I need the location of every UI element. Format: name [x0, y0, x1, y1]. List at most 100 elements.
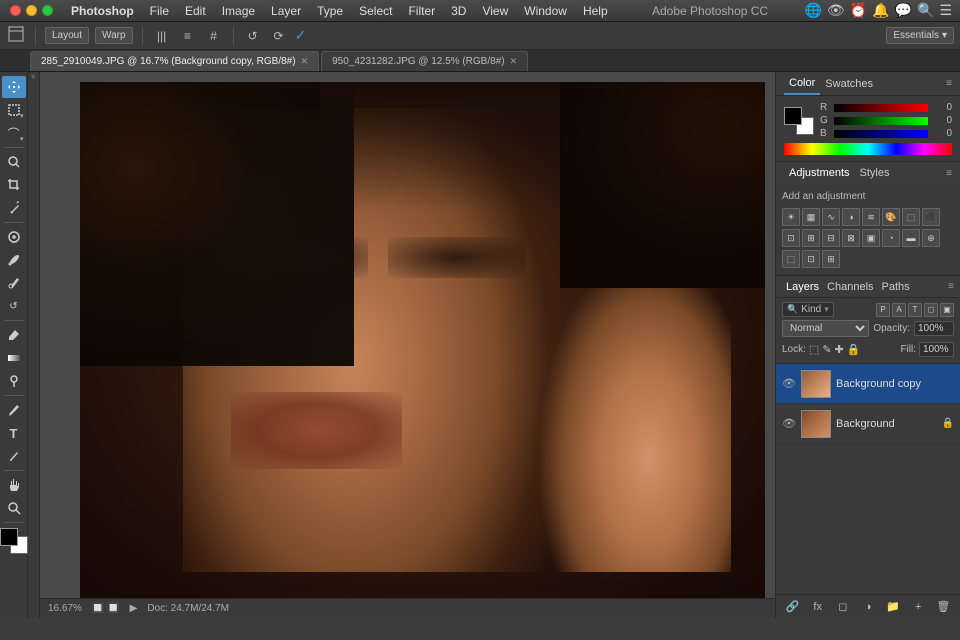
menu-icon-search[interactable]: 🔍: [917, 2, 934, 19]
lock-paint-icon[interactable]: ✎: [822, 343, 831, 356]
link-layers-btn[interactable]: 🔗: [784, 598, 802, 616]
brightness-contrast-btn[interactable]: ☀: [782, 208, 800, 226]
tab-channels[interactable]: Channels: [823, 281, 877, 293]
maximize-button[interactable]: [42, 5, 53, 16]
menu-select[interactable]: Select: [351, 0, 400, 21]
menu-icon-list[interactable]: ☰: [939, 2, 952, 19]
filter-pixel-icon[interactable]: P: [876, 303, 890, 317]
essentials-button[interactable]: Essentials ▾: [886, 27, 954, 44]
menu-edit[interactable]: Edit: [177, 0, 214, 21]
fill-input[interactable]: [919, 342, 954, 357]
tab-styles[interactable]: Styles: [855, 167, 895, 179]
new-group-btn[interactable]: 📁: [884, 598, 902, 616]
hand-tool[interactable]: [2, 474, 26, 496]
red-slider[interactable]: [834, 104, 928, 112]
layers-panel-collapse[interactable]: ≡: [948, 281, 954, 292]
crop-tool[interactable]: [2, 174, 26, 196]
vibrance-btn[interactable]: ≋: [862, 208, 880, 226]
filter-shape-icon[interactable]: ◻: [924, 303, 938, 317]
channel-mixer-btn[interactable]: ⊞: [802, 229, 820, 247]
menu-icon-1[interactable]: 🌐: [804, 2, 821, 19]
grid-icon-2[interactable]: ≡: [178, 26, 198, 46]
rectangle-select-tool[interactable]: ▾: [2, 99, 26, 121]
layout-button[interactable]: Layout: [45, 27, 89, 44]
color-panel-collapse[interactable]: ≡: [946, 78, 952, 89]
dodge-tool[interactable]: [2, 370, 26, 392]
green-slider[interactable]: [834, 117, 928, 125]
doc-tab-2[interactable]: 950_4231282.JPG @ 12.5% (RGB/8#) ✕: [321, 51, 528, 71]
menu-icon-4[interactable]: 🔔: [872, 2, 889, 19]
canvas-controls[interactable]: 🔲 🔲: [92, 603, 120, 614]
quick-select-tool[interactable]: [2, 151, 26, 173]
grid-icon-3[interactable]: #: [204, 26, 224, 46]
grid-icon-1[interactable]: |||: [152, 26, 172, 46]
invert-btn[interactable]: ⊠: [842, 229, 860, 247]
menu-type[interactable]: Type: [309, 0, 351, 21]
canvas-arrow[interactable]: ▶: [130, 603, 138, 614]
gradient-tool[interactable]: [2, 347, 26, 369]
menu-help[interactable]: Help: [575, 0, 616, 21]
tab-layers[interactable]: Layers: [782, 281, 823, 293]
lasso-tool[interactable]: ⌒ ▾: [2, 122, 26, 144]
new-fill-layer-btn[interactable]: ◑: [859, 598, 877, 616]
curves-btn[interactable]: ∿: [822, 208, 840, 226]
kind-dropdown-arrow[interactable]: ▾: [824, 304, 829, 315]
lock-transparency-icon[interactable]: ⬚: [809, 343, 819, 356]
filter-type-icon[interactable]: T: [908, 303, 922, 317]
levels-btn[interactable]: ▦: [802, 208, 820, 226]
panel-fg-bg[interactable]: [784, 107, 814, 135]
close-button[interactable]: [10, 5, 21, 16]
tab-paths[interactable]: Paths: [878, 281, 914, 293]
type-tool[interactable]: T: [2, 422, 26, 444]
clone-stamp-tool[interactable]: [2, 272, 26, 294]
selective-color-btn[interactable]: ⊕: [922, 229, 940, 247]
bw-btn[interactable]: ⬛: [922, 208, 940, 226]
tab-color[interactable]: Color: [784, 72, 820, 95]
add-style-btn[interactable]: fx: [809, 598, 827, 616]
layer-background[interactable]: 👁 Background 🔒: [776, 404, 960, 444]
eyedropper-tool[interactable]: [2, 197, 26, 219]
exposure-btn[interactable]: ◑: [842, 208, 860, 226]
doc-tab-2-close[interactable]: ✕: [510, 56, 518, 67]
warp-button[interactable]: Warp: [95, 27, 133, 44]
gradient-map-btn[interactable]: ▬: [902, 229, 920, 247]
cycle-icon[interactable]: ⟳: [269, 26, 289, 46]
adj-panel-collapse[interactable]: ≡: [946, 168, 952, 179]
app-name[interactable]: Photoshop: [63, 0, 142, 21]
blue-slider[interactable]: [834, 130, 928, 138]
layers-filter[interactable]: 🔍 Kind ▾: [782, 302, 834, 317]
lock-all-icon[interactable]: 🔒: [847, 343, 861, 356]
canvas-area[interactable]: 16.67% 🔲 🔲 ▶ Doc: 24.7M/24.7M: [40, 72, 775, 618]
doc-tab-1[interactable]: 285_2910049.JPG @ 16.7% (Background copy…: [30, 51, 319, 71]
new-layer-btn[interactable]: +: [909, 598, 927, 616]
menu-image[interactable]: Image: [214, 0, 263, 21]
move-tool[interactable]: [2, 76, 26, 98]
layer-visibility-bg-copy[interactable]: 👁: [782, 377, 796, 390]
menu-icon-3[interactable]: ⏰: [850, 2, 867, 19]
filter-adjustment-icon[interactable]: A: [892, 303, 906, 317]
zoom-tool[interactable]: [2, 497, 26, 519]
tab-swatches[interactable]: Swatches: [820, 72, 878, 95]
threshold-btn[interactable]: ◔: [882, 229, 900, 247]
color-lookup-btn[interactable]: ⊟: [822, 229, 840, 247]
eraser-tool[interactable]: [2, 324, 26, 346]
undo-icon[interactable]: ↺: [243, 26, 263, 46]
menu-icon-2[interactable]: 👁: [827, 2, 845, 19]
history-brush-tool[interactable]: ↺: [2, 295, 26, 317]
color-balance-btn[interactable]: ⬚: [902, 208, 920, 226]
add-mask-btn[interactable]: ◻: [834, 598, 852, 616]
menu-window[interactable]: Window: [516, 0, 575, 21]
minimize-button[interactable]: [26, 5, 37, 16]
filter-smart-icon[interactable]: ▣: [940, 303, 954, 317]
pen-tool[interactable]: [2, 399, 26, 421]
foreground-background-colors[interactable]: [0, 528, 28, 554]
doc-tab-1-close[interactable]: ✕: [301, 56, 309, 67]
posterize-btn[interactable]: ▣: [862, 229, 880, 247]
photo-filter-btn[interactable]: ⊡: [782, 229, 800, 247]
menu-icon-5[interactable]: 💬: [895, 2, 912, 19]
layer-background-copy[interactable]: 👁 Background copy: [776, 364, 960, 404]
menu-file[interactable]: File: [142, 0, 177, 21]
menu-view[interactable]: View: [474, 0, 516, 21]
delete-layer-btn[interactable]: 🗑: [934, 598, 952, 616]
apply-transform-icon[interactable]: ✓: [295, 27, 307, 44]
